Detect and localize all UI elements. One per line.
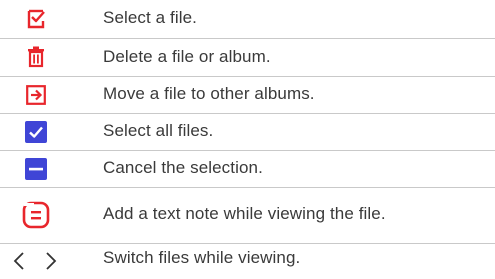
legend-row-switch-files: Switch files while viewing. bbox=[0, 243, 495, 279]
legend-label: Select a file. bbox=[103, 8, 198, 27]
select-file-icon bbox=[0, 0, 72, 38]
legend-label: Cancel the selection. bbox=[103, 158, 263, 177]
cancel-selection-icon bbox=[0, 150, 72, 187]
legend-label: Add a text note while viewing the file. bbox=[103, 204, 386, 223]
icon-legend: Select a file. Delete a file or album. M… bbox=[0, 0, 495, 279]
legend-label: Select all files. bbox=[103, 121, 214, 140]
legend-row-select-file: Select a file. bbox=[0, 0, 495, 39]
check-all-icon bbox=[0, 113, 72, 150]
legend-label: Move a file to other albums. bbox=[103, 84, 315, 103]
legend-row-delete: Delete a file or album. bbox=[0, 38, 495, 77]
legend-label: Delete a file or album. bbox=[103, 47, 271, 66]
trash-icon bbox=[0, 38, 72, 76]
move-arrow-icon bbox=[0, 76, 72, 113]
legend-row-select-all: Select all files. bbox=[0, 113, 495, 151]
legend-row-move: Move a file to other albums. bbox=[0, 76, 495, 114]
legend-row-cancel-selection: Cancel the selection. bbox=[0, 150, 495, 188]
text-note-icon bbox=[0, 187, 72, 243]
legend-label: Switch files while viewing. bbox=[103, 248, 301, 267]
prev-next-icon bbox=[0, 243, 72, 279]
legend-row-text-note: Add a text note while viewing the file. bbox=[0, 187, 495, 244]
